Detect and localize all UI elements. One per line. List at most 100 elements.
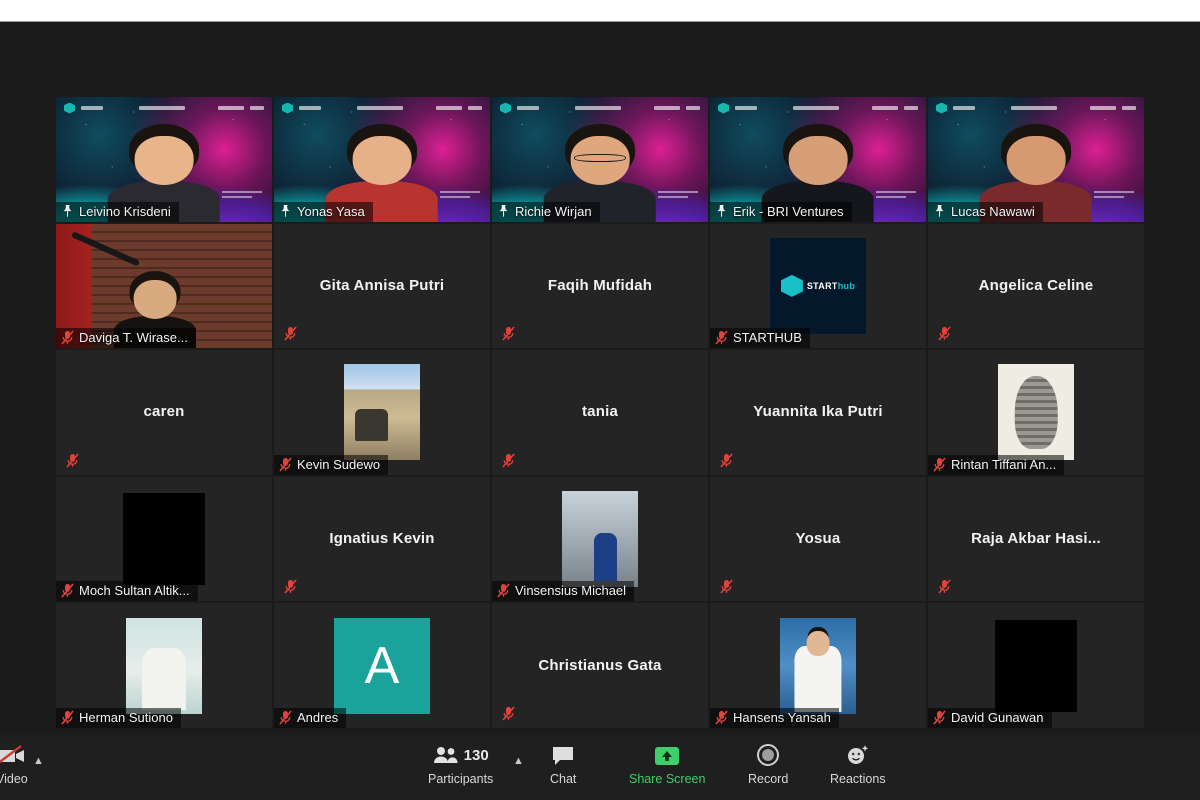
chat-button[interactable]: Chat <box>550 743 576 786</box>
mic-muted-icon <box>66 453 79 468</box>
window-top-strip <box>0 0 1200 22</box>
participants-count: 130 <box>463 746 489 764</box>
mic-muted-icon <box>61 583 74 598</box>
participant-tile[interactable]: Gita Annisa Putri <box>274 223 490 349</box>
pin-icon <box>935 205 944 217</box>
participant-tile[interactable]: STARThub STARTHUB <box>710 223 926 349</box>
video-button[interactable]: Video <box>0 743 28 786</box>
participant-tile[interactable]: Yosua <box>710 476 926 602</box>
share-screen-button[interactable]: Share Screen <box>629 743 705 786</box>
tile-footer <box>933 577 959 597</box>
tile-footer: Rintan Tiffani An... <box>928 454 1065 475</box>
mic-muted-icon <box>715 710 728 725</box>
participant-tile[interactable]: Erik - BRI Ventures <box>710 97 926 222</box>
participant-name-large: Raja Akbar Hasi... <box>971 530 1101 548</box>
participant-tile[interactable]: caren <box>56 350 272 475</box>
participant-name: Leivino Krisdeni <box>79 203 171 219</box>
participant-tile[interactable]: Faqih Mufidah <box>492 223 708 349</box>
share-screen-label: Share Screen <box>629 772 706 786</box>
participant-tile[interactable]: Leivino Krisdeni <box>56 97 272 222</box>
participant-tile[interactable]: tania <box>492 350 708 475</box>
tile-footer: Herman Sutiono <box>56 707 181 728</box>
background-branding <box>710 97 926 119</box>
camera-off-icon <box>0 743 27 767</box>
tile-footer <box>497 451 523 471</box>
reactions-button[interactable]: Reactions <box>830 743 886 786</box>
avatar <box>562 491 638 588</box>
tile-footer: Hansens Yansah <box>710 707 839 728</box>
record-label: Record <box>748 772 789 786</box>
participant-name: Herman Sutiono <box>79 709 173 725</box>
participant-name-large: tania <box>581 403 618 421</box>
participant-name: Moch Sultan Altik... <box>79 583 190 599</box>
participant-tile[interactable]: Lucas Nawawi <box>928 97 1144 222</box>
participant-tile[interactable]: Angelica Celine <box>928 223 1144 349</box>
mic-muted-icon <box>502 706 515 721</box>
pin-icon <box>63 205 72 217</box>
mic-muted-icon <box>933 457 946 472</box>
participant-tile[interactable]: Herman Sutiono <box>56 603 272 728</box>
mic-muted-icon <box>61 710 74 725</box>
record-button[interactable]: Record <box>748 743 788 786</box>
starthub-logo-text: STARThub <box>806 280 856 291</box>
participant-name-large: Angelica Celine <box>978 276 1094 294</box>
participants-caret-icon[interactable]: ▲ <box>513 755 524 767</box>
tile-footer: Daviga T. Wirase... <box>56 328 196 349</box>
participant-tile[interactable]: Kevin Sudewo <box>274 350 490 475</box>
participant-name: David Gunawan <box>951 709 1044 725</box>
participant-tile[interactable]: Ignatius Kevin <box>274 476 490 602</box>
participant-tile[interactable]: Vinsensius Michael <box>492 476 708 602</box>
participant-name-large: caren <box>143 403 185 421</box>
tile-footer <box>715 577 741 597</box>
background-footer-marks <box>876 187 920 202</box>
background-branding <box>56 97 272 119</box>
participant-tile[interactable]: A Andres <box>274 603 490 728</box>
participant-name-large: Yosua <box>795 530 841 548</box>
participant-tile[interactable]: Christianus Gata <box>492 603 708 728</box>
starthub-logo-icon <box>64 102 75 114</box>
tile-footer <box>497 324 523 344</box>
mic-muted-icon <box>502 326 515 341</box>
participant-tile[interactable]: Richie Wirjan <box>492 97 708 222</box>
participant-tile[interactable]: Rintan Tiffani An... <box>928 350 1144 475</box>
tile-footer: STARTHUB <box>710 328 810 349</box>
tile-footer: Moch Sultan Altik... <box>56 581 198 602</box>
participant-name-large: Christianus Gata <box>538 656 662 674</box>
starthub-logo-icon <box>282 102 293 114</box>
pin-icon <box>499 205 508 217</box>
mic-muted-icon <box>497 583 510 598</box>
participant-tile[interactable]: Hansens Yansah <box>710 603 926 728</box>
mic-muted-icon <box>938 326 951 341</box>
avatar-logo: STARThub <box>770 237 866 334</box>
mic-muted-icon <box>720 579 733 594</box>
meeting-toolbar: Video ▲ 130 Participants ▲ Chat <box>0 735 1200 800</box>
participant-tile[interactable]: Daviga T. Wirase... <box>56 223 272 349</box>
tile-footer <box>279 324 305 344</box>
chat-icon <box>551 743 575 767</box>
participant-tile[interactable]: Raja Akbar Hasi... <box>928 476 1144 602</box>
mic-muted-icon <box>502 453 515 468</box>
video-button-label: Video <box>0 772 28 786</box>
tile-footer <box>61 451 87 471</box>
pin-icon <box>281 205 290 217</box>
participant-tile[interactable]: Yonas Yasa <box>274 97 490 222</box>
tile-footer: Kevin Sudewo <box>274 454 389 475</box>
tile-footer <box>497 704 523 724</box>
glasses <box>574 153 626 163</box>
participant-tile[interactable]: Yuannita Ika Putri <box>710 350 926 475</box>
participant-name: Vinsensius Michael <box>515 583 627 599</box>
participant-tile[interactable]: Moch Sultan Altik... <box>56 476 272 602</box>
background-footer-marks <box>1094 187 1138 202</box>
avatar <box>344 364 420 461</box>
mic-muted-icon <box>938 579 951 594</box>
participant-tile[interactable]: David Gunawan <box>928 603 1144 728</box>
participants-button[interactable]: 130 Participants <box>428 743 493 787</box>
tile-footer: Erik - BRI Ventures <box>710 201 852 222</box>
tile-footer: Andres <box>274 707 347 728</box>
tile-footer: Richie Wirjan <box>492 201 600 222</box>
participants-icon <box>433 747 458 763</box>
tile-footer: Lucas Nawawi <box>928 201 1043 222</box>
starthub-logo-icon <box>718 102 729 114</box>
video-caret-icon[interactable]: ▲ <box>33 755 44 767</box>
participant-name: Richie Wirjan <box>515 203 592 219</box>
